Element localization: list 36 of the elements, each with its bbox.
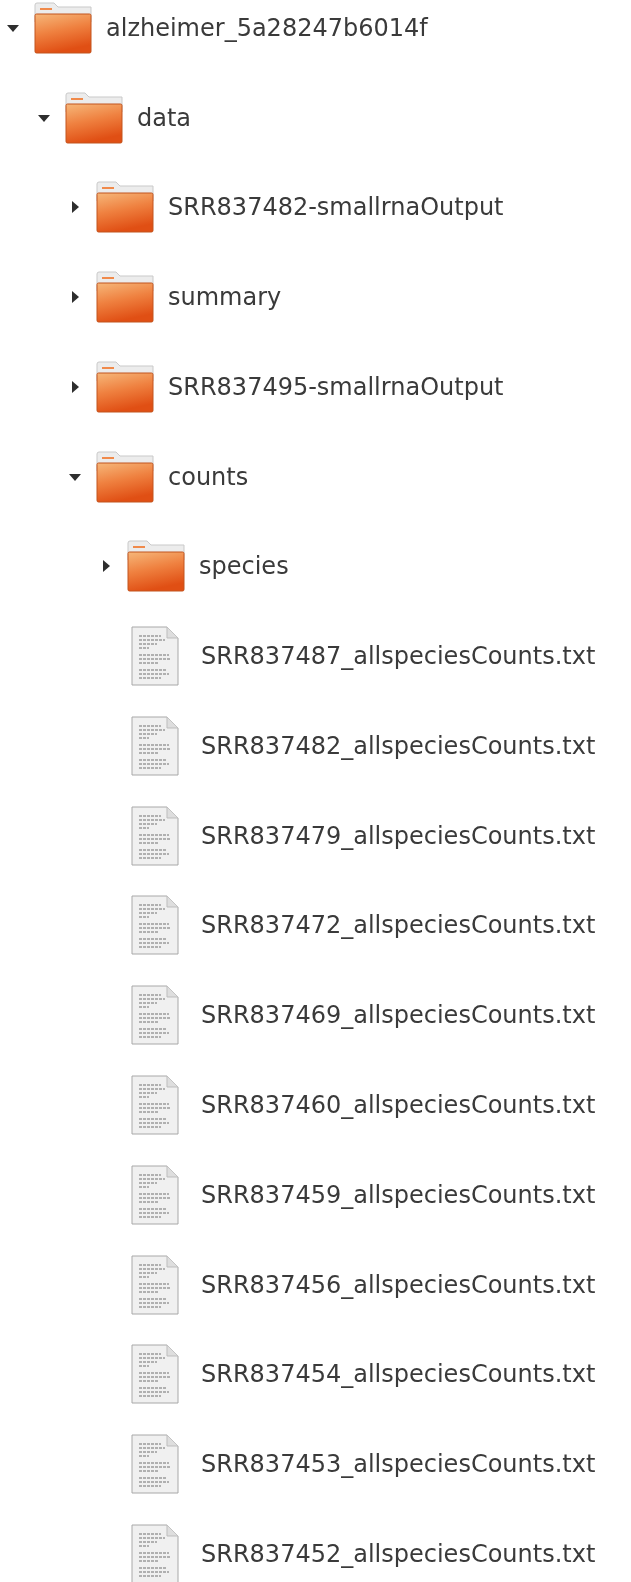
folder-icon bbox=[96, 450, 154, 503]
file-name[interactable]: SRR837454_allspeciesCounts.txt bbox=[201, 1360, 596, 1389]
file-name[interactable]: SRR837487_allspeciesCounts.txt bbox=[201, 642, 596, 671]
folder-name[interactable]: SRR837495-smallrnaOutput bbox=[168, 372, 504, 401]
file-name[interactable]: SRR837460_allspeciesCounts.txt bbox=[201, 1091, 596, 1119]
folder-name[interactable]: summary bbox=[168, 283, 282, 312]
file-name[interactable]: SRR837453_allspeciesCounts.txt bbox=[201, 1450, 596, 1479]
folder-name[interactable]: SRR837482-smallrnaOutput bbox=[168, 193, 504, 222]
folder-name[interactable]: species bbox=[199, 552, 289, 581]
folder-icon bbox=[127, 540, 185, 593]
folder-icon bbox=[96, 181, 154, 234]
text-file-icon bbox=[131, 1164, 179, 1225]
text-file-icon bbox=[131, 805, 179, 866]
text-file-icon bbox=[131, 1524, 179, 1582]
folder-icon bbox=[34, 1, 92, 54]
text-file-icon bbox=[131, 1254, 179, 1315]
text-file-icon bbox=[131, 1075, 179, 1135]
folder-icon bbox=[96, 271, 154, 324]
file-name[interactable]: SRR837456_allspeciesCounts.txt bbox=[201, 1270, 596, 1299]
text-file-icon bbox=[131, 715, 179, 776]
folder-icon bbox=[96, 360, 154, 413]
text-file-icon bbox=[131, 1434, 179, 1495]
folder-name[interactable]: counts bbox=[168, 462, 249, 491]
folder-name[interactable]: alzheimer_5a28247b6014f bbox=[106, 13, 428, 42]
text-file-icon bbox=[131, 626, 179, 687]
file-name[interactable]: SRR837472_allspeciesCounts.txt bbox=[201, 911, 596, 940]
text-file-icon bbox=[131, 1344, 179, 1405]
folder-icon bbox=[65, 91, 123, 144]
file-name[interactable]: SRR837482_allspeciesCounts.txt bbox=[201, 731, 596, 760]
file-name[interactable]: SRR837469_allspeciesCounts.txt bbox=[201, 1001, 596, 1030]
text-file-icon bbox=[131, 895, 179, 956]
folder-name[interactable]: data bbox=[137, 103, 192, 132]
text-file-icon bbox=[131, 985, 179, 1046]
file-name[interactable]: SRR837452_allspeciesCounts.txt bbox=[201, 1540, 596, 1568]
file-name[interactable]: SRR837459_allspeciesCounts.txt bbox=[201, 1180, 596, 1209]
file-name[interactable]: SRR837479_allspeciesCounts.txt bbox=[201, 821, 596, 850]
